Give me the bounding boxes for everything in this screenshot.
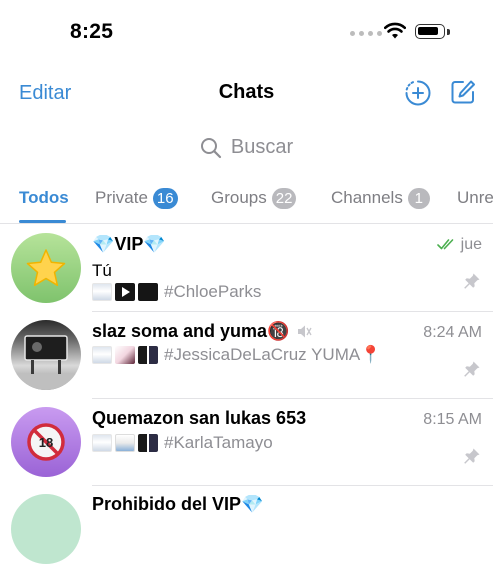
chat-title: Quemazon san lukas 653 <box>92 408 307 428</box>
media-thumbnail <box>92 283 112 301</box>
tab-groups[interactable]: Groups 22 <box>211 186 297 210</box>
media-thumbnail <box>138 346 158 364</box>
wifi-icon <box>384 22 406 39</box>
message-preview: #KarlaTamayo <box>92 433 273 453</box>
double-check-icon <box>437 239 454 250</box>
pin-icon <box>464 361 480 377</box>
media-thumbnail <box>115 346 135 364</box>
tab-label: Private <box>95 188 148 207</box>
tab-label: Unre <box>457 188 493 207</box>
avatar: 18 <box>11 407 81 477</box>
tab-unread[interactable]: Unre <box>457 186 493 210</box>
tab-label: Channels <box>331 188 403 207</box>
video-thumbnail <box>115 283 135 301</box>
message-preview: #ChloeParks <box>92 282 261 302</box>
folder-tabs: Todos Private 16 Groups 22 Channels 1 Un… <box>0 186 493 226</box>
search-bar[interactable]: Buscar <box>0 136 493 159</box>
preview-text: #KarlaTamayo <box>164 433 273 452</box>
signal-dots <box>350 31 382 36</box>
compose-icon[interactable] <box>450 79 476 105</box>
star-icon <box>26 249 66 287</box>
search-icon <box>200 137 221 158</box>
avatar <box>11 494 81 564</box>
tab-private[interactable]: Private 16 <box>95 186 178 210</box>
media-thumbnail <box>115 434 135 452</box>
unread-badge: 16 <box>152 187 178 209</box>
status-time: 8:25 <box>70 20 114 43</box>
unread-badge: 22 <box>271 187 297 209</box>
media-thumbnail <box>92 346 112 364</box>
adult-content-icon: 18 <box>27 423 65 461</box>
media-thumbnail <box>138 283 158 301</box>
new-story-icon[interactable] <box>404 79 432 107</box>
chat-title: slaz soma and yuma🔞 <box>92 321 290 341</box>
unread-badge: 1 <box>407 187 430 209</box>
tab-label: Todos <box>19 188 69 207</box>
chat-title: Prohibido del VIP💎 <box>92 494 264 514</box>
pin-icon <box>464 273 480 289</box>
divider <box>92 398 493 399</box>
edit-button[interactable]: Editar <box>19 82 71 105</box>
preview-text: #JessicaDeLaCruz YUMA📍 <box>164 345 382 364</box>
divider <box>92 311 493 312</box>
chat-title: 💎VIP💎 <box>92 234 166 254</box>
tab-channels[interactable]: Channels 1 <box>331 186 430 210</box>
pin-icon <box>464 448 480 464</box>
media-thumbnail <box>92 434 112 452</box>
chat-time: 8:15 AM <box>423 411 482 428</box>
tab-todos[interactable]: Todos <box>19 186 69 210</box>
tab-label: Groups <box>211 188 267 207</box>
battery-cap <box>447 29 450 35</box>
divider <box>92 485 493 486</box>
battery-icon <box>415 24 445 39</box>
avatar <box>11 233 81 303</box>
search-placeholder: Buscar <box>230 136 294 158</box>
media-thumbnail <box>138 434 158 452</box>
chat-time: 8:24 AM <box>423 324 482 341</box>
preview-text: #ChloeParks <box>164 282 262 301</box>
welcome-sign-photo <box>11 335 81 390</box>
chat-time: jue <box>460 236 482 253</box>
mute-icon <box>298 325 312 338</box>
message-preview: #JessicaDeLaCruz YUMA📍 <box>92 345 381 365</box>
avatar <box>11 320 81 390</box>
svg-text:18: 18 <box>39 435 53 450</box>
divider <box>0 223 493 224</box>
message-sender: Tú <box>92 261 112 280</box>
